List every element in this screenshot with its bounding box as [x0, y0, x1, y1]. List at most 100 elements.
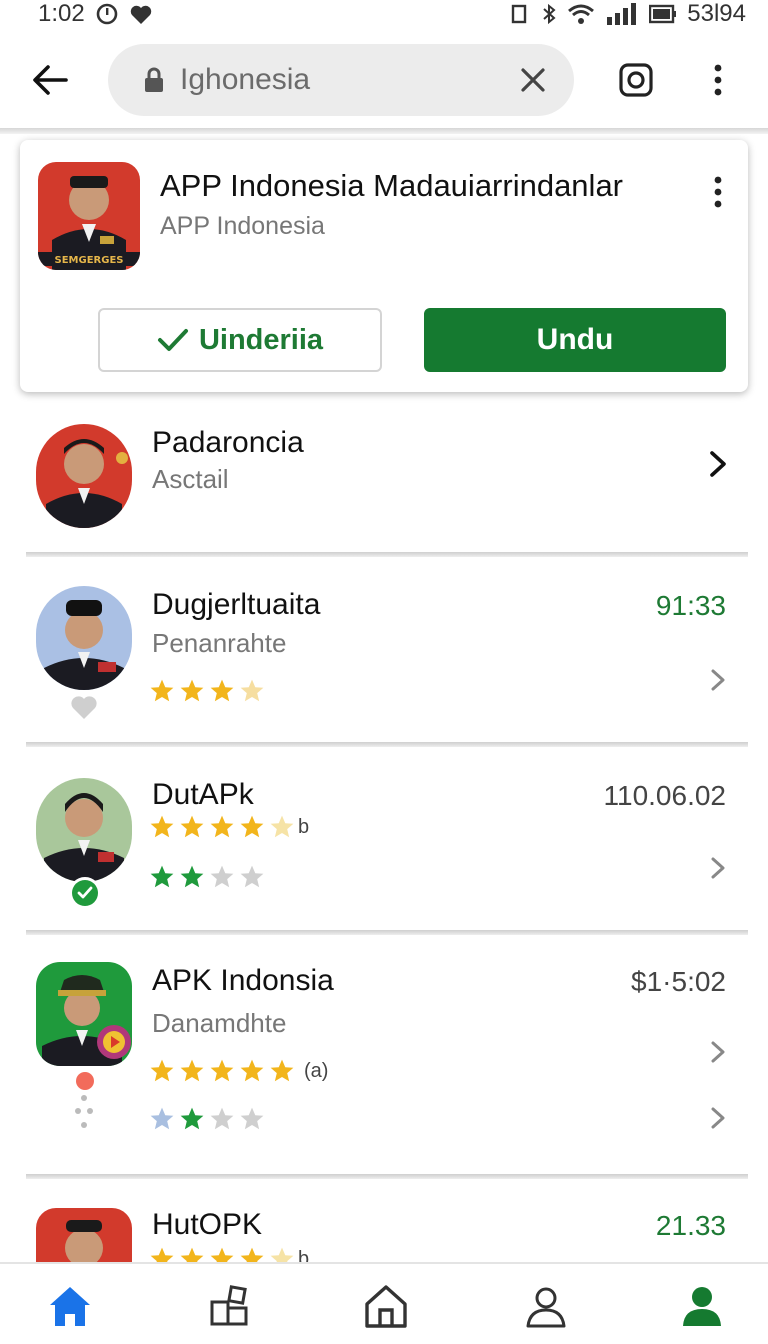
app-icon	[36, 586, 132, 690]
overflow-menu-button[interactable]	[700, 58, 736, 102]
rating-stars	[148, 678, 266, 704]
top-divider	[0, 128, 768, 134]
rating-stars-secondary	[148, 1106, 266, 1132]
installed-button-label: Uinderiia	[198, 323, 324, 356]
alarm-icon	[96, 3, 118, 25]
rating-stars: b	[148, 814, 309, 840]
divider	[26, 552, 748, 557]
search-input[interactable]: Ighonesia	[180, 63, 516, 97]
home-icon	[50, 1287, 90, 1326]
back-button[interactable]	[28, 58, 72, 102]
item-title: Dugjerltuaita	[152, 588, 321, 621]
star-half-icon	[240, 679, 264, 702]
nav-account[interactable]	[522, 1282, 570, 1330]
star-empty-icon	[210, 865, 234, 888]
item-subtitle: Penanrahte	[152, 628, 287, 658]
item-title: APK Indonsia	[152, 964, 334, 997]
item-title: HutOPK	[152, 1208, 263, 1241]
drag-dots-icon[interactable]	[74, 1094, 96, 1134]
list-item[interactable]: DutAPk 110.06.02 b	[0, 774, 768, 924]
nav-apps[interactable]	[206, 1282, 254, 1330]
camera-button[interactable]	[614, 58, 658, 102]
chevron-right-icon	[711, 857, 725, 879]
star-icon	[240, 1059, 264, 1082]
bluetooth-icon	[543, 3, 556, 25]
star-icon	[210, 815, 234, 838]
featured-app-title: APP Indonesia Madauiarrindanlar	[160, 168, 624, 203]
star-icon	[180, 1107, 204, 1130]
camera-icon	[619, 63, 653, 97]
star-half-icon	[270, 1247, 294, 1262]
list-item[interactable]: APK Indonsia $1·5:02 Danamdhte (a)	[0, 960, 768, 1160]
nav-profile[interactable]	[678, 1282, 726, 1330]
star-icon	[210, 1059, 234, 1082]
top-bar: Ighonesia	[0, 38, 768, 122]
chevron-right-icon	[711, 1107, 725, 1129]
star-icon	[180, 1247, 204, 1262]
item-title: DutAPk	[152, 778, 254, 811]
chevron-right-icon	[711, 1041, 725, 1063]
star-empty-icon	[240, 1107, 264, 1130]
person-outline-icon	[526, 1287, 566, 1328]
featured-app-developer: APP Indonesia	[160, 212, 325, 240]
star-empty-icon	[210, 1107, 234, 1130]
star-icon	[240, 1247, 264, 1262]
nav-home[interactable]	[46, 1282, 94, 1330]
star-icon	[150, 679, 174, 702]
star-icon	[240, 815, 264, 838]
item-value: 91:33	[655, 590, 726, 621]
list-item[interactable]: Dugjerltuaita 91:33 Penanrahte	[0, 584, 768, 734]
notification-dot-icon	[76, 1072, 94, 1090]
featured-app-card[interactable]: SEMGERGES APP Indonesia Madauiarrindanla…	[20, 140, 748, 392]
item-subtitle: Danamdhte	[152, 1008, 287, 1038]
item-value: 21.33	[655, 1210, 726, 1241]
rating-suffix: (a)	[304, 1059, 329, 1082]
star-icon	[210, 679, 234, 702]
status-bar: 1:02 53l94	[0, 0, 768, 28]
featured-app-icon: SEMGERGES	[38, 162, 140, 270]
heart-icon[interactable]	[70, 694, 98, 720]
installed-button[interactable]: Uinderiia	[98, 308, 382, 372]
battery-icon	[649, 4, 677, 24]
star-icon	[180, 1059, 204, 1082]
star-icon	[150, 815, 174, 838]
download-button-label: Undu	[536, 323, 614, 356]
download-button[interactable]: Undu	[424, 308, 726, 372]
star-icon	[210, 1247, 234, 1262]
more-vert-icon	[714, 176, 722, 208]
installed-check-icon	[69, 877, 101, 909]
star-icon	[150, 1107, 174, 1130]
chevron-right-icon	[711, 669, 725, 691]
divider	[26, 930, 748, 935]
back-arrow-icon	[33, 65, 68, 95]
featured-more-button[interactable]	[706, 172, 730, 212]
apps-icon	[210, 1285, 248, 1326]
rotate-icon	[512, 4, 527, 24]
star-empty-icon	[240, 865, 264, 888]
item-value: $1·5:02	[631, 966, 726, 997]
close-icon	[521, 68, 545, 92]
item-title: Padaroncia	[152, 426, 304, 459]
item-value: 110.06.02	[603, 780, 727, 811]
signal-icon	[607, 3, 637, 25]
person-filled-icon	[683, 1287, 721, 1326]
divider	[26, 1174, 748, 1179]
rating-suffix: b	[298, 815, 310, 838]
wifi-icon	[568, 4, 595, 24]
list-item[interactable]: Padaroncia Asctail	[0, 420, 768, 546]
list-item[interactable]: HutOPK 21.33 b	[0, 1206, 768, 1262]
rating-stars: (a)	[148, 1058, 328, 1084]
star-icon	[150, 865, 174, 888]
more-vert-icon	[714, 64, 722, 96]
chevron-right-icon	[710, 451, 726, 477]
clear-search-button[interactable]	[516, 63, 550, 97]
app-icon	[36, 778, 132, 882]
lock-icon	[145, 67, 163, 92]
star-icon	[180, 815, 204, 838]
star-icon	[150, 1059, 174, 1082]
star-half-icon	[270, 815, 294, 838]
search-bar[interactable]: Ighonesia	[108, 44, 574, 116]
nav-house[interactable]	[362, 1282, 410, 1330]
status-time: 1:02	[38, 0, 85, 27]
star-icon	[270, 1059, 294, 1082]
